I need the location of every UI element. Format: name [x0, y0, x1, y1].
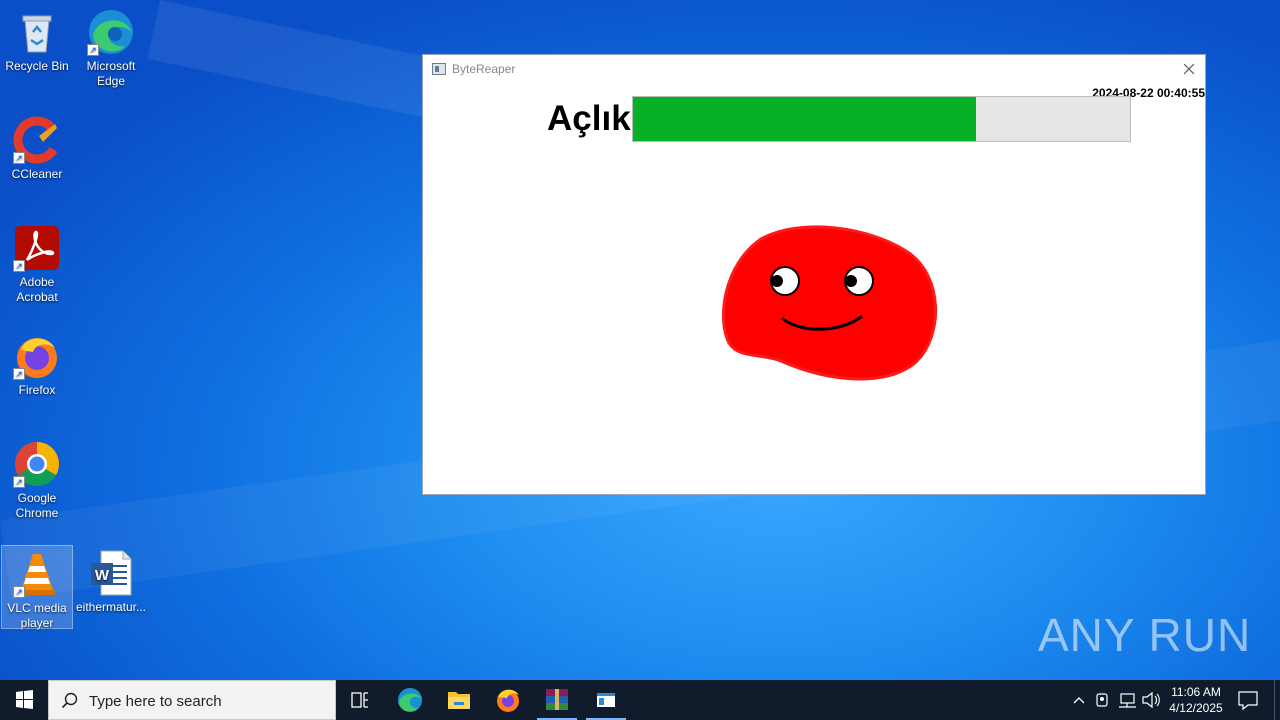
desktop-icon-microsoft-edge[interactable]: ↗ Microsoft Edge	[75, 4, 147, 89]
start-button[interactable]	[0, 680, 48, 720]
acrobat-icon: ↗	[13, 224, 61, 272]
edge-icon: ↗	[87, 8, 135, 56]
pet-body	[722, 225, 937, 381]
window-app-icon	[432, 63, 446, 75]
meet-now-icon	[1096, 693, 1108, 707]
pet-creature[interactable]	[721, 225, 941, 385]
desktop-icon-label: Google Chrome	[15, 491, 59, 520]
word-document-icon: W	[87, 549, 135, 597]
search-icon	[61, 692, 78, 709]
taskbar: Type here to search 11:06 AM 4/12/2025	[0, 680, 1280, 720]
tray-meet-now[interactable]	[1092, 680, 1114, 720]
bytereaper-window[interactable]: ByteReaper 2024-08-22 00:40:55 Açlık	[422, 54, 1206, 495]
shortcut-arrow-icon: ↗	[13, 260, 25, 272]
taskbar-search-box[interactable]: Type here to search	[48, 680, 336, 720]
search-placeholder: Type here to search	[89, 693, 222, 710]
desktop-icon-label: Adobe Acrobat	[16, 275, 58, 304]
desktop-icon-word-document[interactable]: W eithermatur...	[75, 545, 147, 615]
taskbar-file-explorer[interactable]	[435, 680, 483, 720]
edge-icon	[398, 688, 422, 712]
taskbar-firefox[interactable]	[484, 680, 532, 720]
hunger-label: Açlık	[547, 99, 631, 138]
desktop-icon-vlc-media-player[interactable]: ↗ VLC media player	[1, 545, 73, 630]
svg-text:W: W	[95, 567, 110, 584]
action-center-button[interactable]	[1232, 680, 1264, 720]
recycle-bin-icon	[13, 8, 61, 56]
show-hidden-icons-button[interactable]	[1068, 680, 1090, 720]
desktop-icon-label: VLC media player	[7, 601, 67, 630]
tray-volume[interactable]	[1140, 680, 1162, 720]
anyrun-watermark: ANY RUN	[1038, 609, 1252, 661]
desktop-icon-label: Firefox	[18, 383, 56, 397]
notification-icon	[1238, 691, 1258, 711]
task-view-icon	[351, 692, 368, 708]
network-icon	[1119, 693, 1136, 708]
shortcut-arrow-icon: ↗	[13, 152, 25, 164]
chrome-icon: ↗	[13, 440, 61, 488]
shortcut-arrow-icon: ↗	[87, 44, 99, 56]
vlc-icon: ↗	[13, 550, 61, 598]
hunger-progress-bar	[632, 96, 1131, 142]
taskbar-bytereaper[interactable]	[582, 680, 630, 720]
taskbar-clock[interactable]: 11:06 AM 4/12/2025	[1160, 684, 1232, 716]
winrar-icon	[546, 689, 568, 710]
desktop-icon-adobe-acrobat[interactable]: ↗ Adobe Acrobat	[1, 220, 73, 305]
hunger-progress-fill	[633, 97, 976, 141]
close-icon	[1183, 63, 1195, 75]
close-button[interactable]	[1173, 55, 1205, 83]
file-explorer-icon	[448, 692, 470, 709]
bytereaper-app-icon	[597, 693, 615, 707]
pet-right-pupil	[845, 275, 857, 287]
pet-left-pupil	[771, 275, 783, 287]
shortcut-arrow-icon: ↗	[13, 586, 25, 598]
volume-icon	[1142, 691, 1160, 709]
clock-time: 11:06 AM	[1171, 685, 1221, 699]
desktop-icon-label: Recycle Bin	[5, 59, 69, 73]
firefox-icon	[497, 689, 519, 712]
taskbar-edge[interactable]	[386, 680, 434, 720]
desktop-icon-label: eithermatur...	[75, 600, 147, 614]
chevron-up-icon	[1073, 697, 1085, 704]
ccleaner-icon: ↗	[13, 116, 61, 164]
taskbar-winrar[interactable]	[533, 680, 581, 720]
desktop-icon-ccleaner[interactable]: ↗ CCleaner	[1, 112, 73, 182]
tray-network[interactable]	[1116, 680, 1138, 720]
desktop-icon-label: CCleaner	[11, 167, 63, 181]
window-title: ByteReaper	[452, 62, 516, 76]
desktop-icon-label: Microsoft Edge	[86, 59, 136, 88]
show-desktop-button[interactable]	[1274, 680, 1280, 720]
firefox-icon: ↗	[13, 332, 61, 380]
windows-logo-icon	[16, 690, 33, 709]
desktop-icon-firefox[interactable]: ↗ Firefox	[1, 328, 73, 398]
shortcut-arrow-icon: ↗	[13, 476, 25, 488]
desktop-icon-google-chrome[interactable]: ↗ Google Chrome	[1, 436, 73, 521]
desktop-icon-recycle-bin[interactable]: Recycle Bin	[1, 4, 73, 74]
title-bar[interactable]: ByteReaper	[423, 55, 1205, 83]
clock-date: 4/12/2025	[1169, 701, 1223, 715]
shortcut-arrow-icon: ↗	[13, 368, 25, 380]
task-view-button[interactable]	[336, 680, 384, 720]
